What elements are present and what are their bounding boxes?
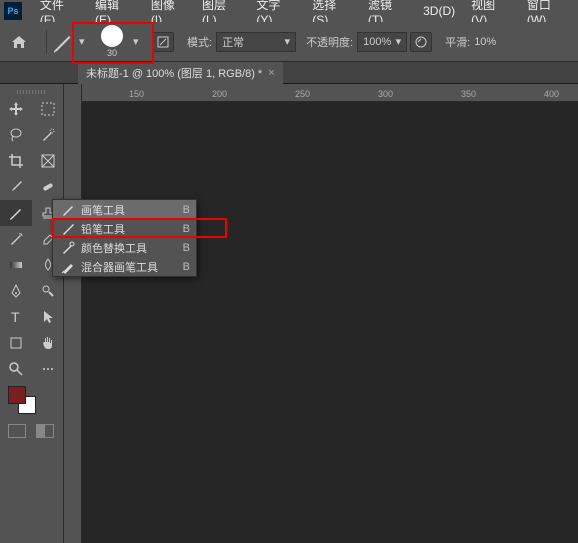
standard-mode-button[interactable]	[8, 424, 26, 438]
flyout-item-label: 铅笔工具	[81, 221, 179, 237]
flyout-color-replace-tool[interactable]: 颜色替换工具 B	[53, 238, 196, 257]
canvas-area: 150 200 250 300 350 400	[64, 84, 578, 543]
eyedropper-tool[interactable]	[0, 174, 32, 200]
menu-3d[interactable]: 3D(D)	[415, 4, 463, 18]
options-bar: ▾ 30 ▾ 模式: 正常 ▾ 不透明度: 100% ▾ 平滑: 10%	[0, 22, 578, 62]
opacity-label: 不透明度:	[306, 34, 353, 50]
quick-mask-button[interactable]	[36, 424, 54, 438]
foreground-swatch[interactable]	[8, 386, 26, 404]
quick-select-tool[interactable]	[32, 122, 64, 148]
ruler-vertical	[64, 102, 82, 543]
path-select-tool[interactable]	[32, 304, 64, 330]
pencil-icon	[59, 221, 77, 237]
chevron-down-icon: ▾	[396, 35, 402, 48]
ruler-tick: 300	[378, 89, 393, 99]
tab-title: 未标题-1 @ 100% (图层 1, RGB/8) *	[86, 65, 262, 81]
gradient-tool[interactable]	[0, 252, 32, 278]
ruler-tick: 250	[295, 89, 310, 99]
color-swatches[interactable]	[0, 382, 63, 418]
ruler-tick: 200	[212, 89, 227, 99]
pressure-opacity-toggle[interactable]	[410, 32, 432, 52]
crop-tool[interactable]	[0, 148, 32, 174]
blend-mode-value: 正常	[222, 34, 244, 50]
brush-size-label: 30	[107, 48, 117, 58]
brush-panel-toggle[interactable]	[152, 32, 174, 52]
brush-icon	[59, 202, 77, 218]
flyout-pencil-tool[interactable]: 铅笔工具 B	[53, 219, 196, 238]
close-icon[interactable]: ×	[268, 67, 274, 79]
svg-text:T: T	[11, 309, 20, 325]
flyout-item-shortcut: B	[183, 223, 190, 235]
flyout-item-shortcut: B	[183, 261, 190, 273]
menu-bar: Ps 文件(F) 编辑(E) 图像(I) 图层(L) 文字(Y) 选择(S) 滤…	[0, 0, 578, 22]
tool-panel: T	[0, 84, 64, 543]
shape-tool[interactable]	[0, 330, 32, 356]
brush-tool[interactable]	[0, 200, 32, 226]
ruler-tick: 150	[129, 89, 144, 99]
type-tool[interactable]: T	[0, 304, 32, 330]
brush-tip-icon	[101, 25, 123, 47]
chevron-down-icon[interactable]: ▾	[133, 38, 141, 46]
current-tool-icon[interactable]	[51, 30, 75, 54]
chevron-down-icon[interactable]: ▾	[79, 38, 87, 46]
canvas[interactable]	[82, 102, 578, 543]
ps-logo: Ps	[4, 2, 22, 20]
hand-tool[interactable]	[32, 330, 64, 356]
smoothing-label: 平滑:	[445, 34, 470, 50]
ruler-tick: 400	[544, 89, 559, 99]
brush-preview: 30	[101, 25, 123, 58]
frame-tool[interactable]	[32, 148, 64, 174]
flyout-item-label: 画笔工具	[81, 202, 179, 218]
flyout-item-label: 混合器画笔工具	[81, 259, 179, 275]
document-tab[interactable]: 未标题-1 @ 100% (图层 1, RGB/8) * ×	[78, 62, 283, 84]
brush-preset-picker[interactable]: 30 ▾	[91, 23, 149, 61]
document-tab-bar: 未标题-1 @ 100% (图层 1, RGB/8) * ×	[0, 62, 578, 84]
mode-label: 模式:	[187, 34, 212, 50]
flyout-brush-tool[interactable]: 画笔工具 B	[53, 200, 196, 219]
separator	[46, 30, 47, 54]
pen-tool[interactable]	[0, 278, 32, 304]
heal-tool[interactable]	[32, 174, 64, 200]
lasso-tool[interactable]	[0, 122, 32, 148]
home-button[interactable]	[4, 29, 34, 55]
history-brush-tool[interactable]	[0, 226, 32, 252]
mixer-brush-icon	[59, 259, 77, 275]
opacity-dropdown[interactable]: 100% ▾	[357, 32, 407, 52]
flyout-item-shortcut: B	[183, 204, 190, 216]
blend-mode-dropdown[interactable]: 正常 ▾	[216, 32, 296, 52]
ruler-tick: 350	[461, 89, 476, 99]
zoom-tool[interactable]	[0, 356, 32, 382]
flyout-item-label: 颜色替换工具	[81, 240, 179, 256]
color-replace-icon	[59, 240, 77, 256]
dodge-tool[interactable]	[32, 278, 64, 304]
flyout-item-shortcut: B	[183, 242, 190, 254]
opacity-value: 100%	[363, 36, 391, 48]
flyout-mixer-brush-tool[interactable]: 混合器画笔工具 B	[53, 257, 196, 276]
ruler-horizontal: 150 200 250 300 350 400	[64, 84, 578, 102]
brush-tool-flyout: 画笔工具 B 铅笔工具 B 颜色替换工具 B 混合器画笔工具 B	[52, 199, 197, 277]
panel-grip[interactable]	[0, 88, 63, 96]
move-tool[interactable]	[0, 96, 32, 122]
edit-toolbar[interactable]	[32, 356, 64, 382]
smoothing-value: 10%	[474, 36, 496, 48]
marquee-tool[interactable]	[32, 96, 64, 122]
chevron-down-icon: ▾	[285, 35, 291, 48]
main-area: T 150 200 250 300 350 400	[0, 84, 578, 543]
